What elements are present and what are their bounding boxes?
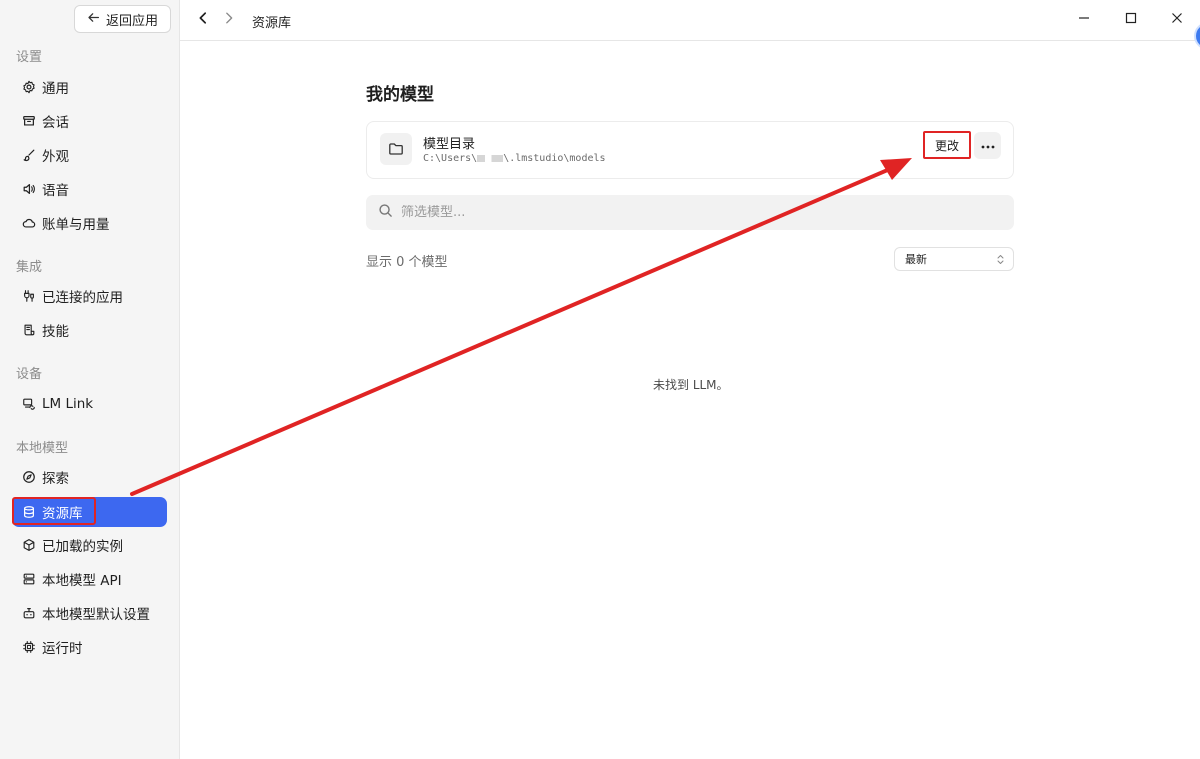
sidebar-item-label: 语音	[42, 183, 69, 199]
sidebar-item-billing[interactable]: 账单与用量	[12, 208, 167, 238]
nav-back-button[interactable]	[194, 11, 212, 29]
sidebar-item-model-defaults[interactable]: 本地模型默认设置	[12, 598, 167, 628]
sidebar-item-label: 账单与用量	[42, 217, 110, 233]
sidebar-item-label: 探索	[42, 471, 69, 487]
section-title-settings: 设置	[16, 50, 43, 65]
minimize-icon	[1078, 12, 1090, 28]
sidebar-item-explore[interactable]: 探索	[12, 462, 167, 492]
sidebar-item-appearance[interactable]: 外观	[12, 140, 167, 170]
filter-models-field	[366, 195, 1014, 230]
filter-models-input[interactable]	[401, 205, 961, 220]
more-options-button[interactable]	[974, 132, 1001, 159]
sidebar-item-label: LM Link	[42, 396, 94, 412]
arrow-left-icon	[87, 11, 100, 28]
maximize-button[interactable]	[1122, 11, 1140, 29]
section-title-integrations: 集成	[16, 260, 43, 275]
cloud-icon	[22, 216, 36, 230]
sidebar-item-label: 本地模型默认设置	[42, 607, 150, 623]
section-title-devices: 设备	[16, 367, 43, 382]
sidebar-item-label: 已连接的应用	[42, 290, 123, 306]
folder-icon	[380, 133, 412, 165]
sidebar-item-sessions[interactable]: 会话	[12, 106, 167, 136]
sidebar-item-connected-apps[interactable]: 已连接的应用	[12, 281, 167, 311]
sort-selected-value: 最新	[905, 253, 927, 266]
scroll-document-icon	[22, 323, 36, 337]
sidebar-item-general[interactable]: 通用	[12, 72, 167, 102]
path-prefix: C:\Users\	[423, 153, 478, 164]
empty-state-message: 未找到 LLM。	[653, 378, 729, 392]
cube-icon	[22, 538, 36, 552]
sidebar-item-voice[interactable]: 语音	[12, 174, 167, 204]
robot-icon	[22, 606, 36, 620]
back-to-app-button[interactable]: 返回应用	[74, 5, 171, 33]
nav-forward-button[interactable]	[220, 11, 238, 29]
back-to-app-label: 返回应用	[105, 13, 158, 29]
more-horizontal-icon	[981, 138, 995, 153]
sidebar-item-library[interactable]: 资源库	[12, 497, 167, 527]
sidebar-item-label: 本地模型 API	[42, 573, 122, 589]
top-bar: 资源库	[180, 0, 1200, 41]
sort-chevron-icon	[997, 255, 1004, 264]
server-icon	[22, 572, 36, 586]
sidebar-item-lm-link[interactable]: LM Link	[12, 389, 167, 419]
model-directory-card: 模型目录 C:\Users\ \.lmstudio\models 更改	[366, 121, 1014, 179]
sidebar-item-label: 技能	[42, 324, 69, 340]
sidebar-item-loaded-instances[interactable]: 已加载的实例	[12, 530, 167, 560]
breadcrumb: 资源库	[252, 16, 292, 31]
sidebar-item-runtime[interactable]: 运行时	[12, 632, 167, 662]
sidebar-item-skills[interactable]: 技能	[12, 315, 167, 345]
annotation-highlight-box	[12, 497, 96, 525]
plug-connect-icon	[22, 289, 36, 303]
minimize-button[interactable]	[1075, 11, 1093, 29]
sidebar-item-local-api[interactable]: 本地模型 API	[12, 564, 167, 594]
close-icon	[1171, 12, 1183, 28]
search-icon	[378, 203, 393, 222]
brush-icon	[22, 148, 36, 162]
change-directory-button[interactable]: 更改	[923, 131, 971, 159]
cpu-chip-icon	[22, 640, 36, 654]
speaker-icon	[22, 182, 36, 196]
sidebar-item-label: 已加载的实例	[42, 539, 123, 555]
sidebar-item-label: 通用	[42, 81, 69, 97]
section-title-local-models: 本地模型	[16, 441, 69, 456]
page-title: 我的模型	[366, 85, 434, 105]
sidebar-item-label: 外观	[42, 149, 69, 165]
maximize-icon	[1125, 12, 1137, 28]
close-button[interactable]	[1168, 11, 1186, 29]
model-count: 显示 0 个模型	[366, 255, 448, 270]
chevron-right-icon	[222, 11, 236, 29]
model-directory-label: 模型目录	[423, 137, 476, 152]
chevron-left-icon	[196, 11, 210, 29]
annotation-arrow	[130, 158, 912, 496]
archive-box-icon	[22, 114, 36, 128]
device-link-icon	[22, 397, 36, 411]
gear-icon	[22, 80, 36, 94]
sidebar-item-label: 运行时	[42, 641, 83, 657]
model-directory-path: C:\Users\ \.lmstudio\models	[423, 153, 606, 164]
path-suffix: \.lmstudio\models	[503, 153, 606, 164]
compass-icon	[22, 470, 36, 484]
redacted-username	[477, 154, 504, 162]
sidebar: 返回应用 设置 通用 会话 外观 语音 账单与用量 集成 已连接的应用 技能 设…	[0, 0, 180, 759]
sidebar-item-label: 会话	[42, 115, 69, 131]
sort-select[interactable]: 最新	[894, 247, 1014, 271]
